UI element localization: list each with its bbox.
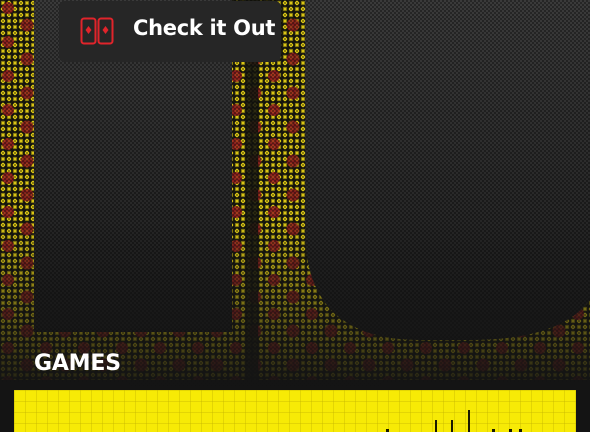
section-title-games: GAMES [34, 351, 121, 376]
game-card[interactable] [14, 390, 576, 432]
check-it-out-button[interactable]: Check it Out [59, 1, 281, 62]
game-card-art [386, 410, 522, 432]
page: Check it Out GAMES [0, 0, 590, 432]
check-it-out-label: Check it Out [133, 16, 276, 40]
cards-icon [80, 17, 114, 45]
